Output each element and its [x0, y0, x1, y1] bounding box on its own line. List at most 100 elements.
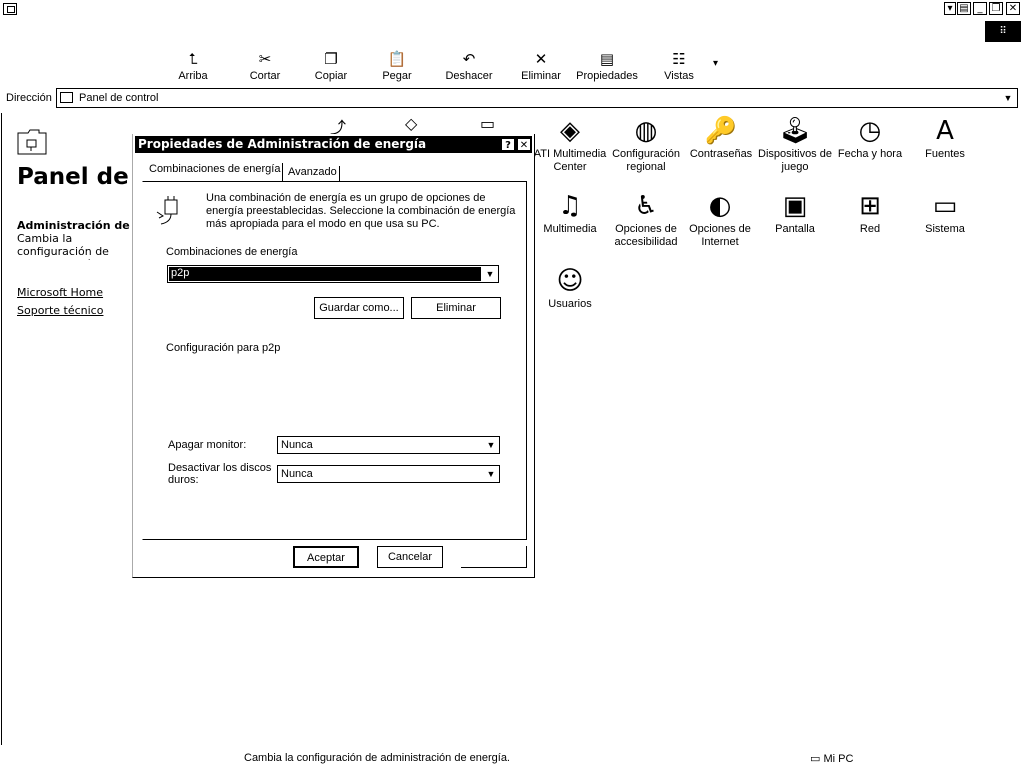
- address-field[interactable]: Panel de control ▼: [56, 88, 1018, 108]
- left-frame-border: [1, 113, 2, 745]
- link-technical-support[interactable]: Soporte técnico: [17, 304, 103, 317]
- ok-button[interactable]: Aceptar: [293, 546, 359, 568]
- cp-item-network[interactable]: ⊞ Red: [832, 189, 908, 236]
- system-menu-icon[interactable]: [3, 3, 17, 15]
- address-dropdown-icon[interactable]: ▼: [1001, 91, 1015, 105]
- tab-power-schemes[interactable]: Combinaciones de energía: [147, 163, 284, 181]
- cp-item-label: Fecha y hora: [837, 148, 903, 160]
- toolbar-label: Deshacer: [445, 70, 493, 82]
- dropdown-arrow-icon[interactable]: ▼: [484, 467, 498, 481]
- cp-item-display[interactable]: ▣ Pantalla: [757, 189, 833, 236]
- tab-advanced[interactable]: Avanzado: [286, 166, 340, 181]
- monitor-timeout-select[interactable]: Nunca ▼: [277, 436, 500, 454]
- cp-item-label: Opciones de: [615, 223, 677, 235]
- cp-item-label: Dispositivos de: [758, 148, 832, 160]
- ati-multimedia-icon: ◈: [560, 116, 580, 146]
- status-zone: ▭ Mi PC: [810, 752, 853, 765]
- views-icon: ☷: [672, 50, 686, 68]
- address-label: Dirección: [6, 92, 52, 104]
- hidden-icon-fragment: ▭: [480, 114, 496, 133]
- cp-item-game-controllers[interactable]: 🕹 Dispositivos de juego: [757, 114, 833, 174]
- dialog-title: Propiedades de Administración de energía: [138, 137, 427, 151]
- scheme-selected-value: p2p: [171, 267, 190, 279]
- toolbar-views-button[interactable]: ☷ Vistas: [649, 48, 709, 82]
- cp-item-label: Pantalla: [775, 223, 815, 235]
- status-text: Cambia la configuración de administració…: [244, 752, 510, 764]
- network-icon: ⊞: [859, 191, 881, 221]
- toolbar-cut-button[interactable]: ✂ Cortar: [235, 48, 295, 82]
- toolbar-label: Copiar: [314, 70, 348, 82]
- views-dropdown-icon[interactable]: ▾: [713, 58, 718, 69]
- save-as-button[interactable]: Guardar como...: [314, 297, 404, 319]
- cp-item-label: Fuentes: [925, 148, 965, 160]
- toolbar-toggle-icon[interactable]: ▤: [957, 2, 971, 15]
- cp-item-ati[interactable]: ◈ ATI Multimedia Center: [532, 114, 608, 174]
- restore-button[interactable]: ❐: [989, 2, 1003, 15]
- cp-item-label: Internet: [701, 236, 739, 248]
- dialog-close-button[interactable]: ✕: [517, 138, 531, 151]
- close-button[interactable]: ✕: [1006, 2, 1020, 15]
- status-zone-label: Mi PC: [823, 753, 854, 765]
- toolbar-label: Pegar: [382, 70, 412, 82]
- help-button[interactable]: ?: [501, 138, 515, 151]
- power-options-dialog: Propiedades de Administración de energía…: [132, 134, 535, 578]
- joystick-icon: 🕹: [778, 116, 812, 146]
- toolbar-paste-button[interactable]: 📋 Pegar: [367, 48, 427, 82]
- toolbar-label: Eliminar: [521, 70, 561, 82]
- cp-item-internet-options[interactable]: ◐ Opciones de Internet: [682, 189, 758, 249]
- power-scheme-select[interactable]: p2p ▼: [167, 265, 499, 283]
- cp-item-label: Center: [553, 161, 587, 173]
- dropdown-arrow-icon[interactable]: ▼: [484, 438, 498, 452]
- toolbar-up-button[interactable]: ⮤ Arriba: [163, 48, 223, 82]
- clipboard-icon: 📋: [387, 50, 407, 68]
- link-microsoft-home[interactable]: Microsoft Home: [17, 286, 103, 299]
- cp-item-label: Multimedia: [543, 223, 597, 235]
- undo-icon: ↶: [462, 50, 476, 68]
- dialog-title-bar[interactable]: Propiedades de Administración de energía…: [135, 136, 532, 153]
- apply-button[interactable]: [461, 546, 527, 568]
- schemes-label: Combinaciones de energía: [166, 246, 298, 258]
- toolbar-undo-button[interactable]: ↶ Deshacer: [439, 48, 499, 82]
- cp-item-label: juego: [781, 161, 809, 173]
- globe-icon: ◍: [634, 116, 658, 146]
- cp-item-label: Opciones de: [689, 223, 751, 235]
- toolbar-delete-button[interactable]: ✕ Eliminar: [511, 48, 571, 82]
- scheme-description: Una combinación de energía es un grupo d…: [206, 192, 516, 230]
- cp-item-fonts[interactable]: A Fuentes: [907, 114, 983, 161]
- cp-item-passwords[interactable]: 🔑 Contraseñas: [683, 114, 759, 161]
- computer-icon: ▭: [932, 191, 958, 221]
- cp-item-label: Sistema: [925, 223, 965, 235]
- cp-item-label: Contraseñas: [689, 148, 753, 160]
- cp-item-multimedia[interactable]: ♫ Multimedia: [532, 189, 608, 236]
- cp-item-regional[interactable]: ◍ Configuración regional: [608, 114, 684, 174]
- toolbar-copy-button[interactable]: ❐ Copiar: [301, 48, 361, 82]
- delete-x-icon: ✕: [534, 50, 548, 68]
- monitor-icon: ▣: [782, 191, 808, 221]
- cp-item-accessibility[interactable]: ♿ Opciones de accesibilidad: [608, 189, 684, 249]
- hard-disks-timeout-select[interactable]: Nunca ▼: [277, 465, 500, 483]
- minimize-button[interactable]: _: [973, 2, 987, 15]
- calendar-clock-icon: ◷: [858, 116, 882, 146]
- cp-item-label: regional: [626, 161, 666, 173]
- cp-item-label: Configuración: [612, 148, 680, 160]
- selected-item-description: Cambia la configuración de administració…: [17, 232, 116, 260]
- delete-scheme-button[interactable]: Eliminar: [411, 297, 501, 319]
- tab-panel: [142, 181, 527, 540]
- scissors-icon: ✂: [258, 50, 272, 68]
- fonts-folder-icon: A: [936, 116, 954, 146]
- toolbar-properties-button[interactable]: ▤ Propiedades: [576, 48, 638, 82]
- toolbar-label: Propiedades: [576, 70, 638, 82]
- address-value: Panel de control: [79, 92, 159, 104]
- cp-item-users[interactable]: ☺ Usuarios: [532, 264, 608, 311]
- dropdown-arrow-icon[interactable]: ▼: [483, 267, 497, 281]
- selection-highlight: [169, 267, 481, 281]
- cp-item-label: Usuarios: [548, 298, 592, 310]
- cp-item-date-time[interactable]: ◷ Fecha y hora: [832, 114, 908, 161]
- wheelchair-icon: ♿: [634, 191, 658, 221]
- cp-item-system[interactable]: ▭ Sistema: [907, 189, 983, 236]
- menu-arrow-icon[interactable]: ▾: [944, 2, 956, 15]
- cp-item-label: ATI Multimedia: [533, 148, 607, 160]
- cancel-button[interactable]: Cancelar: [377, 546, 443, 568]
- cp-item-label: accesibilidad: [614, 236, 678, 248]
- hidden-icon-fragment: ◇: [405, 114, 418, 133]
